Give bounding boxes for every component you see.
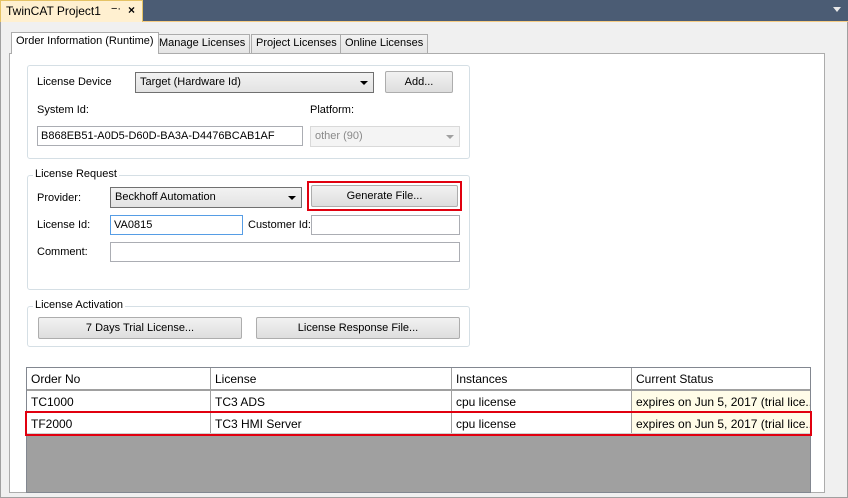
tab-project-licenses[interactable]: Project Licenses <box>251 34 342 53</box>
provider-value: Beckhoff Automation <box>115 191 216 203</box>
document-tab[interactable]: TwinCAT Project1 −· × <box>0 0 143 22</box>
chevron-down-icon <box>360 81 368 85</box>
editor-content: Order Information (Runtime) Manage Licen… <box>0 22 848 498</box>
column-header-instances[interactable]: Instances <box>452 368 632 389</box>
chevron-down-icon <box>288 196 296 200</box>
license-activation-group: License Activation 7 Days Trial License.… <box>27 299 470 347</box>
license-request-group-label: License Request <box>33 168 119 180</box>
instances-cell: cpu license <box>452 391 632 411</box>
comment-label: Comment: <box>37 246 88 258</box>
system-id-label: System Id: <box>37 104 89 116</box>
generate-file-button[interactable]: Generate File... <box>311 185 458 207</box>
license-device-label: License Device <box>37 76 112 88</box>
column-header-order-no[interactable]: Order No <box>27 368 211 389</box>
license-device-group: License Device Target (Hardware Id) Add.… <box>27 65 470 159</box>
license-device-combo[interactable]: Target (Hardware Id) <box>135 72 374 93</box>
document-tab-bar: TwinCAT Project1 −· × <box>0 0 848 22</box>
customer-id-field[interactable] <box>311 215 460 235</box>
add-button[interactable]: Add... <box>385 71 453 93</box>
license-response-file-button[interactable]: License Response File... <box>256 317 460 339</box>
close-icon[interactable]: × <box>128 3 135 17</box>
license-grid: Order No License Instances Current Statu… <box>25 367 812 493</box>
provider-combo[interactable]: Beckhoff Automation <box>110 187 302 208</box>
customer-id-label: Customer Id: <box>248 219 311 231</box>
platform-label: Platform: <box>310 104 355 116</box>
table-row[interactable]: TC1000 TC3 ADS cpu license expires on Ju… <box>27 391 810 412</box>
trial-license-button[interactable]: 7 Days Trial License... <box>38 317 242 339</box>
tab-manage-licenses[interactable]: Manage Licenses <box>154 34 251 53</box>
license-cell: TC3 ADS <box>211 391 452 411</box>
platform-combo: other (90) <box>310 126 460 147</box>
provider-label: Provider: <box>37 192 82 204</box>
license-device-value: Target (Hardware Id) <box>140 76 241 88</box>
license-request-group: License Request Provider: Beckhoff Autom… <box>27 168 470 290</box>
license-id-field[interactable]: VA0815 <box>110 215 243 235</box>
document-tab-title: TwinCAT Project1 <box>6 4 101 18</box>
order-no-cell: TC1000 <box>27 391 211 411</box>
tab-panel: License Device Target (Hardware Id) Add.… <box>9 53 825 493</box>
tf2000-row-highlight <box>25 411 812 436</box>
pin-icon[interactable]: −· <box>111 3 121 15</box>
chevron-down-icon <box>446 135 454 139</box>
column-header-license[interactable]: License <box>211 368 452 389</box>
tab-online-licenses[interactable]: Online Licenses <box>340 34 429 53</box>
license-id-label: License Id: <box>37 219 91 231</box>
column-header-current-status[interactable]: Current Status <box>632 368 810 389</box>
tab-order-information[interactable]: Order Information (Runtime) <box>11 32 159 54</box>
system-id-field[interactable]: B868EB51-A0D5-D60D-BA3A-D4476BCAB1AF <box>37 126 303 146</box>
chevron-down-icon[interactable] <box>833 7 841 12</box>
comment-field[interactable] <box>110 242 460 262</box>
grid-header: Order No License Instances Current Statu… <box>27 368 810 390</box>
platform-value: other (90) <box>315 130 363 142</box>
license-activation-group-label: License Activation <box>33 299 126 311</box>
status-cell: expires on Jun 5, 2017 (trial lice... <box>632 391 810 411</box>
